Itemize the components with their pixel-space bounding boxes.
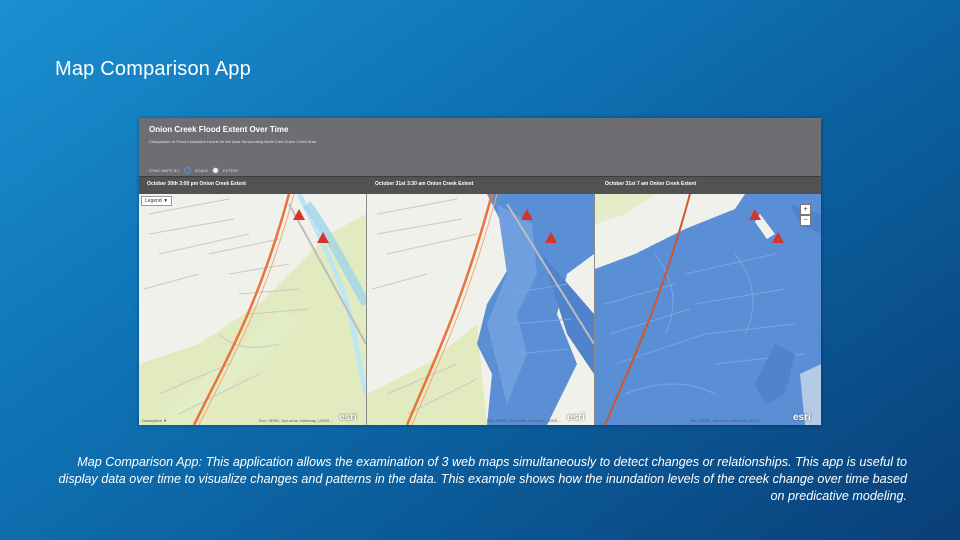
panel-header-bar: October 30th 3:00 pm Onion Creek Extent … — [139, 176, 821, 194]
panel-label-2: October 31st 3:30 am Onion Creek Extent — [375, 181, 474, 187]
map-2-basemap — [367, 194, 594, 425]
map-1-attribution: Esri, HERE, DeLorme, Intermap, USGS... — [259, 418, 333, 423]
esri-logo-1: esri — [339, 412, 357, 423]
sync-mode-row: SYNC MAPS BY: SCALE EXTENT — [149, 167, 239, 174]
map-3-attribution: Esri, HERE, DeLorme, Intermap, USGS... — [690, 418, 764, 423]
map-1-basemap — [139, 194, 366, 425]
extent-option-label: EXTENT — [223, 168, 239, 173]
extent-radio[interactable] — [212, 167, 220, 174]
maps-area: Legend ▼ Description ▼ Esri, HERE, DeLor… — [139, 194, 821, 425]
esri-logo-3: esri — [793, 412, 811, 423]
panel-label-1: October 30th 3:00 pm Onion Creek Extent — [147, 181, 246, 187]
legend-button[interactable]: Legend ▼ — [141, 196, 173, 206]
map-3-basemap — [595, 194, 821, 425]
map-2-attribution: Esri, HERE, DeLorme, Intermap, USGS... — [487, 418, 561, 423]
panel-label-3: October 31st 7 am Onion Creek Extent — [605, 181, 697, 187]
slide-caption: Map Comparison App: This application all… — [58, 455, 907, 503]
zoom-out-button[interactable]: − — [800, 215, 811, 226]
scale-option-label: SCALE — [194, 168, 209, 173]
description-button[interactable]: Description ▼ — [142, 418, 167, 423]
sync-mode-label: SYNC MAPS BY: — [149, 168, 180, 173]
slide-title: Map Comparison App — [55, 58, 251, 80]
map-panel-1[interactable]: Legend ▼ Description ▼ Esri, HERE, DeLor… — [139, 194, 366, 425]
app-subtitle: Comparison of Flood Inundation Levels fo… — [149, 139, 317, 144]
app-header: Onion Creek Flood Extent Over Time Compa… — [139, 118, 821, 176]
map-panel-3[interactable]: + − Esri, HERE, DeLorme, Intermap, USGS.… — [595, 194, 821, 425]
app-screenshot: Onion Creek Flood Extent Over Time Compa… — [139, 118, 821, 425]
map-panel-2[interactable]: Esri, HERE, DeLorme, Intermap, USGS... e… — [367, 194, 594, 425]
scale-radio[interactable] — [183, 167, 191, 174]
esri-logo-2: esri — [567, 412, 585, 423]
zoom-in-button[interactable]: + — [800, 204, 811, 215]
app-title: Onion Creek Flood Extent Over Time — [149, 125, 289, 134]
